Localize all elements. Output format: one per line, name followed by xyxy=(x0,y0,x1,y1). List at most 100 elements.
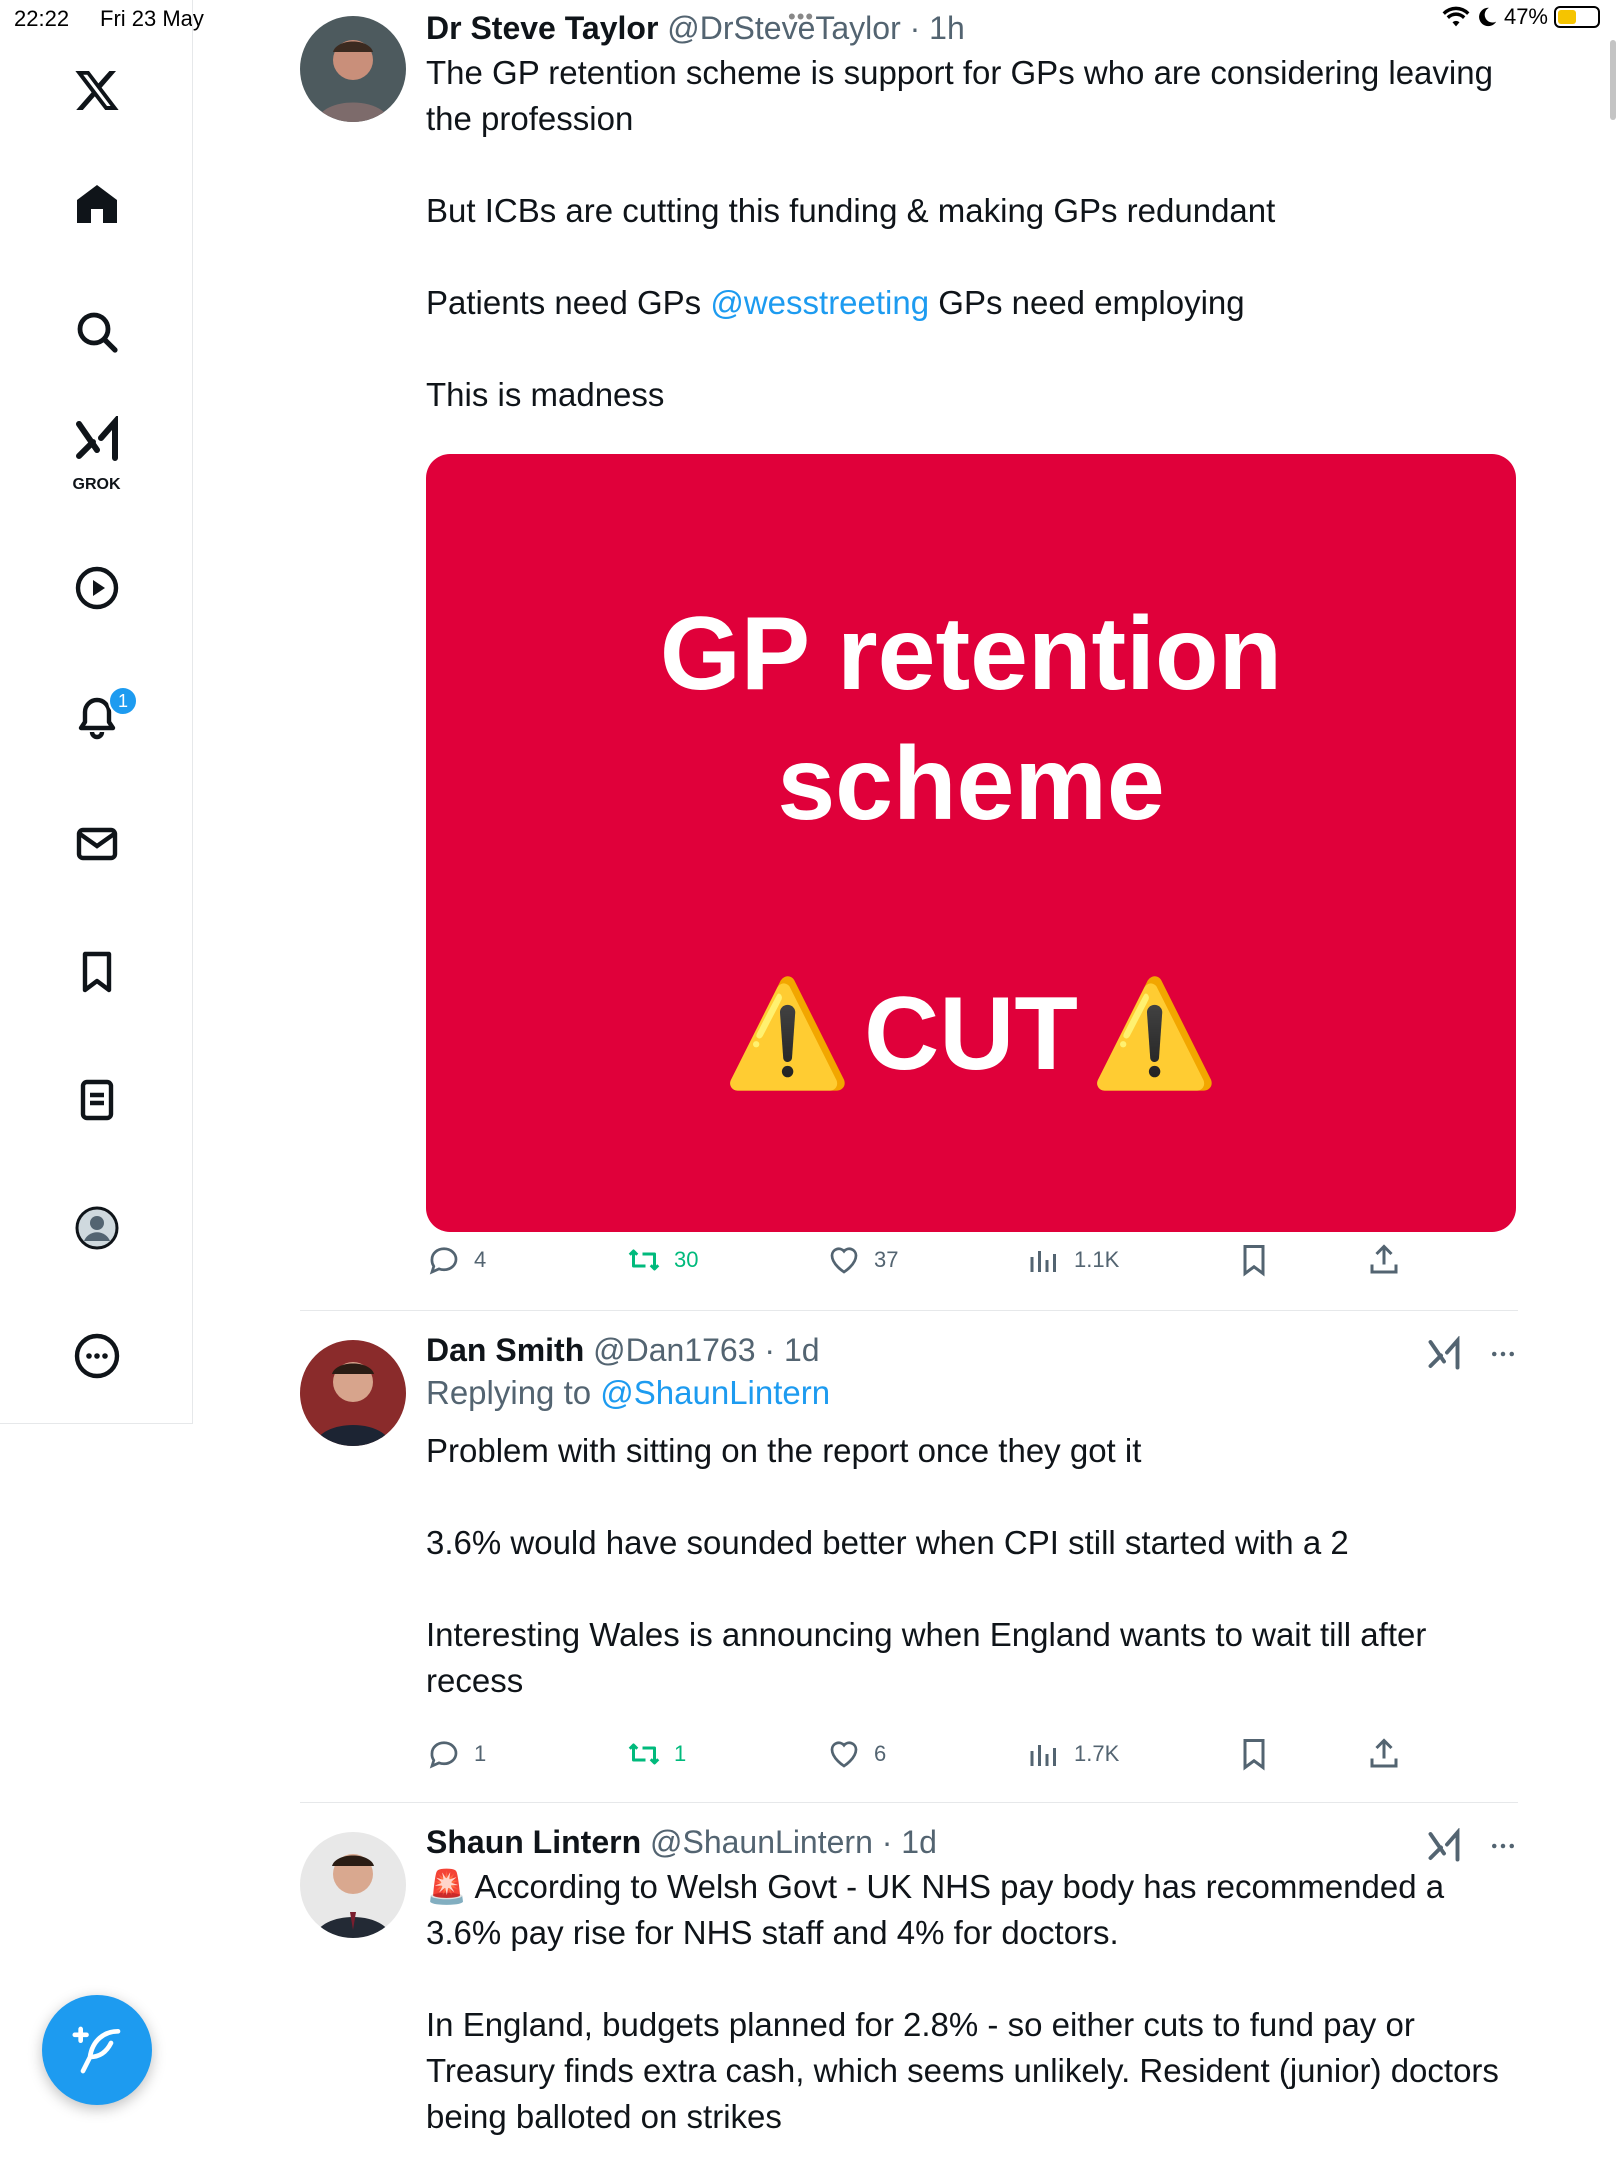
bookmarks-icon[interactable] xyxy=(0,932,193,1012)
search-icon[interactable] xyxy=(0,292,193,372)
bookmark-button[interactable] xyxy=(1236,1242,1272,1278)
like-button[interactable]: 6 xyxy=(826,1736,886,1772)
media-cut-text: CUT xyxy=(864,976,1078,1092)
grok-icon[interactable] xyxy=(0,410,193,470)
tweet-dan-smith[interactable]: Dan Smith @Dan1763 · 1d Replying to @Sha… xyxy=(300,1330,1518,1771)
bookmark-icon xyxy=(1243,1245,1265,1277)
tweet-text-paragraph: 🚨 According to Welsh Govt - UK NHS pay b… xyxy=(426,1864,1516,1956)
text-segment: Patients need GPs xyxy=(426,284,711,321)
tweet-time[interactable]: · 1d xyxy=(882,1824,937,1860)
tweet-content: Dan Smith @Dan1763 · 1d Replying to @Sha… xyxy=(426,1330,1516,1704)
author-name[interactable]: Dr Steve Taylor xyxy=(426,10,658,46)
retweet-icon xyxy=(628,1249,660,1271)
tweet-top-actions xyxy=(1426,1828,1518,1864)
video-icon[interactable] xyxy=(0,548,193,628)
avatar[interactable] xyxy=(300,16,406,122)
scrollbar[interactable] xyxy=(1610,40,1616,120)
retweet-button[interactable]: 30 xyxy=(626,1242,698,1278)
author-name[interactable]: Shaun Lintern xyxy=(426,1824,641,1860)
tweet-media-image[interactable]: GP retention scheme ⚠️ CUT ⚠️ xyxy=(426,454,1516,1232)
tweet-text-paragraph: Interesting Wales is announcing when Eng… xyxy=(426,1616,1436,1699)
text-segment: GPs need employing xyxy=(929,284,1245,321)
media-headline: GP retention xyxy=(659,596,1283,712)
x-logo-icon[interactable] xyxy=(0,50,193,130)
tweet-text-paragraph: This is madness xyxy=(426,376,665,413)
share-icon xyxy=(1370,1244,1398,1274)
grok-icon[interactable] xyxy=(1426,1336,1462,1372)
share-button[interactable] xyxy=(1366,1736,1402,1772)
compose-button[interactable] xyxy=(42,1995,152,2105)
share-icon xyxy=(1370,1738,1398,1768)
notifications-icon[interactable] xyxy=(0,676,193,756)
retweet-button[interactable]: 1 xyxy=(626,1736,686,1772)
compose-feather-icon xyxy=(72,2026,121,2074)
tweet-time[interactable]: · 1h xyxy=(910,10,965,46)
tweet-top-actions xyxy=(1426,1336,1518,1372)
author-handle[interactable]: @ShaunLintern xyxy=(650,1824,873,1860)
bookmark-button[interactable] xyxy=(1236,1736,1272,1772)
tweet-text-paragraph: The GP retention scheme is support for G… xyxy=(426,54,1503,137)
warning-icon: ⚠️ xyxy=(1089,976,1220,1092)
avatar[interactable] xyxy=(300,1340,406,1446)
replying-to: Replying to @ShaunLintern xyxy=(426,1370,1516,1416)
more-options-icon[interactable] xyxy=(1488,1831,1518,1861)
replying-mention-link[interactable]: @ShaunLintern xyxy=(600,1374,830,1411)
like-count: 37 xyxy=(874,1247,899,1272)
tweet-content: Dr Steve Taylor @DrSteveTaylor · 1h The … xyxy=(426,8,1516,418)
siren-icon: 🚨 xyxy=(426,1868,468,1905)
views-button[interactable]: 1.7K xyxy=(1026,1736,1119,1772)
messages-icon[interactable] xyxy=(0,804,193,884)
tweet-header: Shaun Lintern @ShaunLintern · 1d xyxy=(426,1822,1516,1862)
retweet-icon xyxy=(628,1743,660,1765)
media-cut-line: ⚠️ CUT ⚠️ xyxy=(426,974,1516,1094)
more-options-icon[interactable] xyxy=(1488,1339,1518,1369)
home-icon[interactable] xyxy=(0,164,193,244)
views-count: 1.1K xyxy=(1074,1247,1120,1272)
tweet-actions: 4 30 37 1.1K xyxy=(426,1242,1426,1286)
battery-icon xyxy=(1554,6,1600,28)
author-handle[interactable]: @DrSteveTaylor xyxy=(667,10,900,46)
bookmark-icon xyxy=(1243,1739,1265,1771)
lists-icon[interactable] xyxy=(0,1060,193,1140)
tweet-header: Dr Steve Taylor @DrSteveTaylor · 1h xyxy=(426,8,1516,48)
tweet-shaun-lintern[interactable]: Shaun Lintern @ShaunLintern · 1d 🚨 Accor… xyxy=(300,1822,1518,2160)
notification-badge: 1 xyxy=(108,686,138,716)
tweet-actions: 1 1 6 1.7K xyxy=(426,1736,1426,1780)
avatar[interactable] xyxy=(300,1832,406,1938)
share-button[interactable] xyxy=(1366,1242,1402,1278)
mention-link[interactable]: @wesstreeting xyxy=(710,284,929,321)
warning-icon: ⚠️ xyxy=(722,976,853,1092)
profile-icon[interactable] xyxy=(0,1188,193,1268)
reply-count: 4 xyxy=(474,1247,487,1272)
sidebar: GROK 1 xyxy=(0,0,193,1424)
tweet-header: Dan Smith @Dan1763 · 1d xyxy=(426,1330,1516,1370)
reply-button[interactable]: 1 xyxy=(426,1736,486,1772)
text-segment: According to Welsh Govt - UK NHS pay bod… xyxy=(426,1868,1454,1951)
replying-label: Replying to xyxy=(426,1374,601,1411)
views-button[interactable]: 1.1K xyxy=(1026,1242,1119,1278)
like-button[interactable]: 37 xyxy=(826,1242,898,1278)
heart-icon xyxy=(830,1247,858,1274)
more-icon[interactable] xyxy=(0,1316,193,1396)
tweet-time[interactable]: · 1d xyxy=(764,1332,819,1368)
tweet-text-paragraph: But ICBs are cutting this funding & maki… xyxy=(426,192,1276,229)
author-name[interactable]: Dan Smith xyxy=(426,1332,584,1368)
author-handle[interactable]: @Dan1763 xyxy=(593,1332,755,1368)
like-count: 6 xyxy=(874,1741,887,1766)
reply-count: 1 xyxy=(474,1741,487,1766)
reply-icon xyxy=(429,1741,458,1769)
views-icon xyxy=(1030,1251,1056,1272)
tweet-content: Shaun Lintern @ShaunLintern · 1d 🚨 Accor… xyxy=(426,1822,1516,2140)
battery-fill xyxy=(1558,10,1576,24)
media-headline: scheme xyxy=(777,726,1165,842)
tweet-steve-taylor[interactable]: Dr Steve Taylor @DrSteveTaylor · 1h The … xyxy=(300,8,1518,1298)
reply-icon xyxy=(429,1247,458,1275)
tweet-divider xyxy=(300,1802,1518,1803)
tweet-divider xyxy=(300,1310,1518,1311)
grok-icon[interactable] xyxy=(1426,1828,1462,1864)
tweet-text-paragraph: Problem with sitting on the report once … xyxy=(426,1432,1142,1469)
views-count: 1.7K xyxy=(1074,1741,1120,1766)
reply-button[interactable]: 4 xyxy=(426,1242,486,1278)
retweet-count: 1 xyxy=(674,1741,687,1766)
tweet-text-paragraph: In England, budgets planned for 2.8% - s… xyxy=(426,2006,1509,2135)
